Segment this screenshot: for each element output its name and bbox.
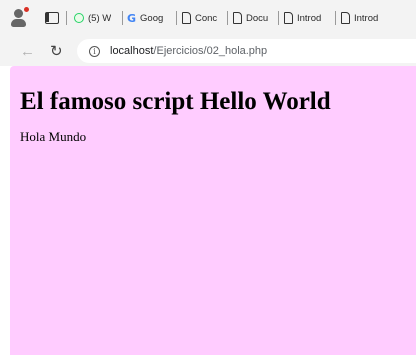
tab-whatsapp[interactable]: (5) W (74, 8, 118, 28)
page-text: Hola Mundo (20, 129, 87, 144)
tab-docu[interactable]: Docu (233, 8, 273, 28)
address-bar: ← ↻ i localhost/Ejercicios/02_hola.php (0, 36, 416, 66)
tab-separator (122, 11, 123, 25)
tab-label: (5) W (88, 12, 112, 24)
browser-chrome: (5) W G Goog Conc Docu Introd Introd ← ↻… (0, 0, 416, 66)
google-icon: G (127, 11, 137, 25)
document-icon (233, 12, 242, 24)
profile-body (11, 19, 26, 27)
tab-separator (176, 11, 177, 25)
tab-label: Goog (140, 12, 164, 24)
page-heading: El famoso script Hello World (20, 88, 331, 115)
tab-separator (335, 11, 336, 25)
back-arrow-icon[interactable]: ← (20, 43, 36, 60)
profile-head (14, 9, 23, 18)
document-icon (284, 12, 293, 24)
tab-separator (66, 11, 67, 25)
notification-dot (24, 7, 29, 12)
whatsapp-icon (74, 13, 84, 23)
tab-label: Docu (246, 12, 269, 24)
tab-google[interactable]: G Goog (127, 8, 171, 28)
tab-separator (227, 11, 228, 25)
tab-separator (278, 11, 279, 25)
tab-actions-icon[interactable] (45, 12, 59, 24)
url-path: /Ejercicios/02_hola.php (153, 45, 268, 57)
tab-label: Conc (195, 12, 218, 24)
page-viewport: El famoso script Hello World Hola Mundo (10, 66, 416, 355)
document-icon (182, 12, 191, 24)
url-input[interactable]: i localhost/Ejercicios/02_hola.php (77, 39, 416, 63)
url-host: localhost (110, 45, 154, 57)
tab-label: Introd (354, 12, 379, 24)
tab-introd-1[interactable]: Introd (284, 8, 330, 28)
tab-introd-2[interactable]: Introd (341, 8, 387, 28)
tab-conc[interactable]: Conc (182, 8, 222, 28)
profile-avatar-icon[interactable] (9, 7, 31, 29)
document-icon (341, 12, 350, 24)
tab-label: Introd (297, 12, 322, 24)
tab-bar: (5) W G Goog Conc Docu Introd Introd (0, 0, 416, 36)
reload-icon[interactable]: ↻ (50, 42, 66, 60)
site-info-icon[interactable]: i (89, 45, 100, 57)
